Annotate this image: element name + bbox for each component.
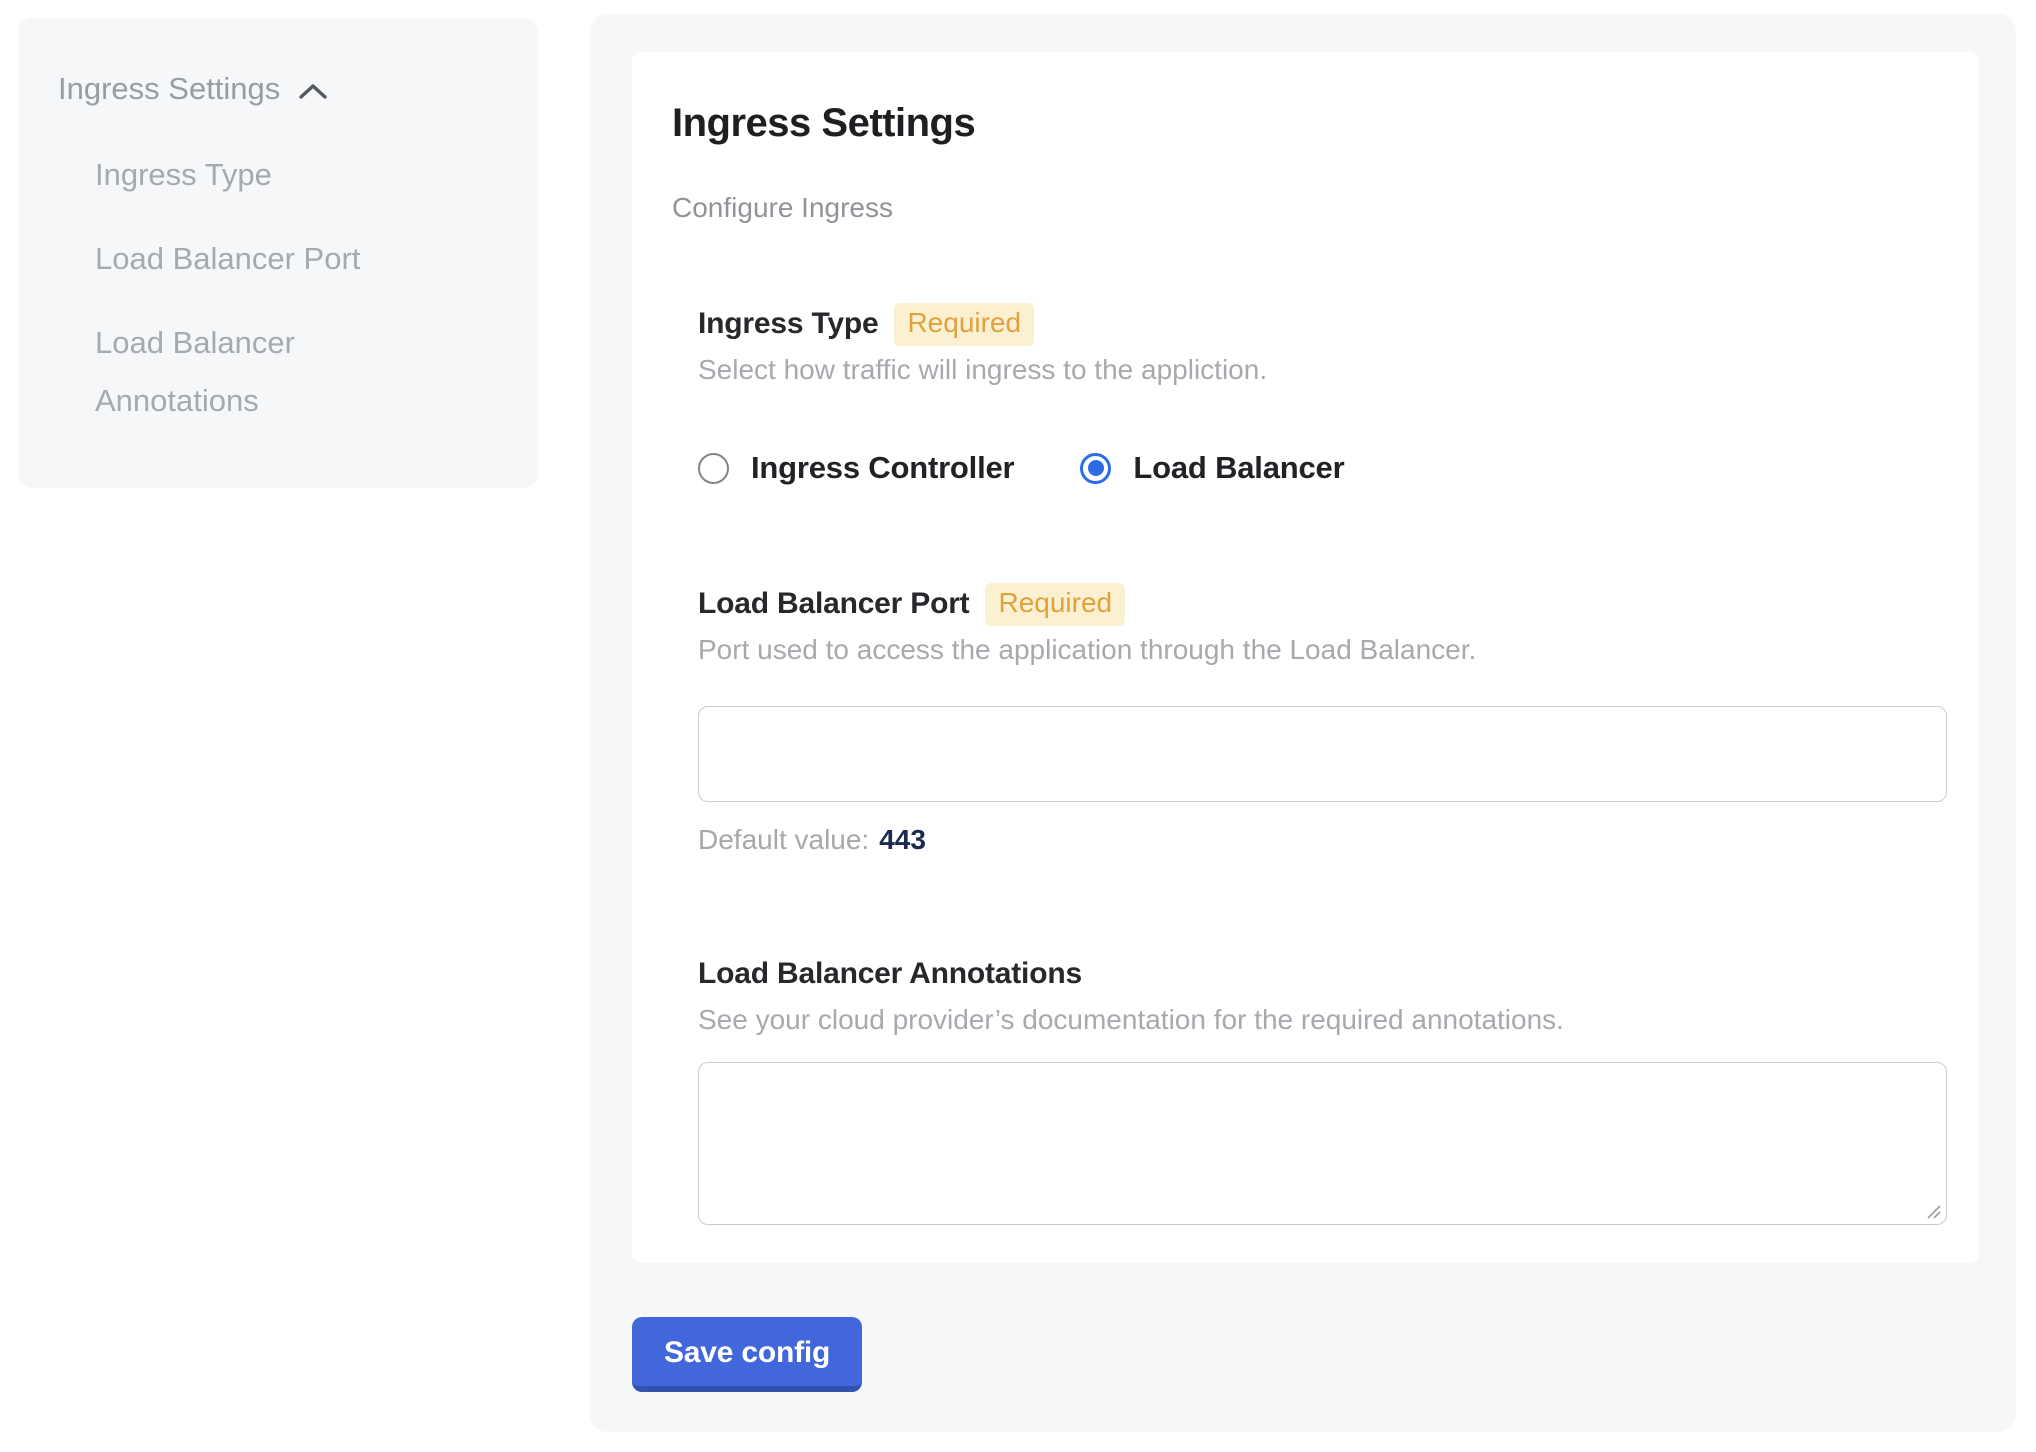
default-value-label: Default value: bbox=[698, 824, 869, 855]
radio-group-ingress-type: Ingress Controller Load Balancer bbox=[698, 450, 1939, 486]
section-load-balancer-annotations: Load Balancer Annotations See your cloud… bbox=[698, 952, 1939, 1225]
section-ingress-type: Ingress Type Required Select how traffic… bbox=[698, 302, 1939, 486]
default-value: 443 bbox=[879, 824, 926, 855]
sidebar-item-load-balancer-annotations[interactable]: Load Balancer Annotations bbox=[95, 314, 415, 430]
chevron-up-icon bbox=[298, 82, 328, 100]
load-balancer-port-label-row: Load Balancer Port Required bbox=[698, 582, 1939, 626]
settings-panel: Ingress Settings Configure Ingress Ingre… bbox=[590, 14, 2016, 1432]
sidebar-header[interactable]: Ingress Settings bbox=[58, 70, 510, 108]
load-balancer-annotations-textarea[interactable] bbox=[698, 1062, 1947, 1225]
load-balancer-annotations-label: Load Balancer Annotations bbox=[698, 957, 1082, 991]
sidebar: Ingress Settings Ingress Type Load Balan… bbox=[18, 18, 538, 488]
radio-label-ingress-controller[interactable]: Ingress Controller bbox=[751, 450, 1014, 486]
page-subtitle: Configure Ingress bbox=[672, 192, 1939, 224]
required-badge: Required bbox=[894, 303, 1034, 346]
load-balancer-annotations-field bbox=[698, 1062, 1947, 1225]
ingress-type-description: Select how traffic will ingress to the a… bbox=[698, 354, 1939, 386]
sidebar-nav: Ingress Type Load Balancer Port Load Bal… bbox=[58, 146, 510, 430]
load-balancer-annotations-label-row: Load Balancer Annotations bbox=[698, 952, 1939, 996]
settings-card: Ingress Settings Configure Ingress Ingre… bbox=[632, 52, 1979, 1263]
required-badge: Required bbox=[985, 583, 1125, 626]
radio-label-load-balancer[interactable]: Load Balancer bbox=[1133, 450, 1344, 486]
sidebar-header-label: Ingress Settings bbox=[58, 70, 280, 108]
section-load-balancer-port: Load Balancer Port Required Port used to… bbox=[698, 582, 1939, 856]
load-balancer-port-label: Load Balancer Port bbox=[698, 587, 969, 621]
sidebar-item-ingress-type[interactable]: Ingress Type bbox=[95, 146, 415, 204]
load-balancer-port-input[interactable] bbox=[698, 706, 1947, 802]
resize-handle-icon[interactable] bbox=[1925, 1203, 1942, 1220]
ingress-type-label: Ingress Type bbox=[698, 307, 878, 341]
radio-load-balancer[interactable] bbox=[1080, 453, 1111, 484]
sidebar-item-load-balancer-port[interactable]: Load Balancer Port bbox=[95, 230, 415, 288]
load-balancer-annotations-description: See your cloud provider’s documentation … bbox=[698, 1004, 1939, 1036]
default-value-line: Default value: 443 bbox=[698, 824, 1939, 856]
page-title: Ingress Settings bbox=[672, 100, 1939, 146]
radio-option-load-balancer[interactable]: Load Balancer bbox=[1080, 450, 1344, 486]
load-balancer-port-description: Port used to access the application thro… bbox=[698, 634, 1939, 666]
radio-ingress-controller[interactable] bbox=[698, 453, 729, 484]
radio-option-ingress-controller[interactable]: Ingress Controller bbox=[698, 450, 1014, 486]
save-config-button[interactable]: Save config bbox=[632, 1317, 862, 1392]
ingress-type-label-row: Ingress Type Required bbox=[698, 302, 1939, 346]
